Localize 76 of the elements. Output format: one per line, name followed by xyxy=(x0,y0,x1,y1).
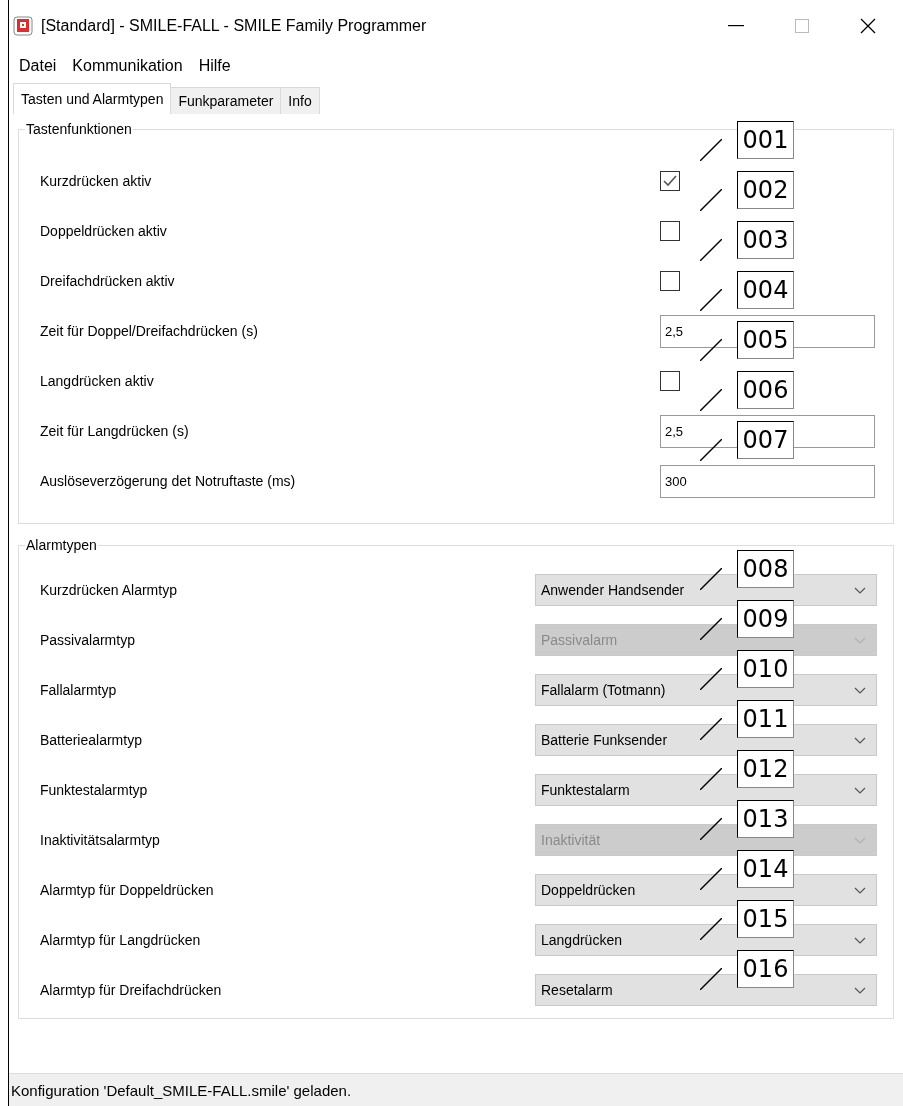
chevron-down-icon xyxy=(854,686,866,694)
group-title: Tastenfunktionen xyxy=(25,121,133,137)
close-icon xyxy=(860,18,876,34)
field-label: Funktestalarmtyp xyxy=(40,781,149,798)
callout-label: 008 xyxy=(737,550,794,588)
field-label: Dreifachdrücken aktiv xyxy=(40,272,176,289)
checkbox[interactable] xyxy=(660,171,680,191)
field-label: Kurzdrücken aktiv xyxy=(40,172,153,189)
callout-label: 005 xyxy=(737,321,794,359)
field-label: Auslöseverzögerung det Notruftaste (ms) xyxy=(40,472,297,489)
leader-line xyxy=(700,339,722,361)
field-label: Zeit für Langdrücken (s) xyxy=(40,422,190,439)
callout-label: 014 xyxy=(737,850,794,888)
callout-label: 011 xyxy=(737,700,794,738)
field-label: Fallalarmtyp xyxy=(40,681,118,698)
callout-label: 003 xyxy=(737,221,794,259)
field-label: Alarmtyp für Dreifachdrücken xyxy=(40,981,223,998)
leader-line xyxy=(700,668,722,690)
app-logo-icon xyxy=(13,16,33,36)
leader-line xyxy=(700,389,722,411)
tab[interactable]: Tasten und Alarmtypen xyxy=(13,83,172,114)
leader-line xyxy=(700,239,722,261)
field-label: Batteriealarmtyp xyxy=(40,731,143,748)
leader-line xyxy=(700,139,722,161)
field-label: Doppeldrücken aktiv xyxy=(40,222,168,239)
field-label: Langdrücken aktiv xyxy=(40,372,155,389)
field-label: Inaktivitätsalarmtyp xyxy=(40,831,161,848)
chevron-down-icon xyxy=(854,636,866,644)
callout-label: 002 xyxy=(737,171,794,209)
window-title: [Standard] - SMILE-FALL - SMILE Family Programmer xyxy=(41,17,428,35)
leader-line xyxy=(700,718,722,740)
leader-line xyxy=(700,818,722,840)
menu-item[interactable]: Kommunikation xyxy=(64,57,191,75)
field-label: Alarmtyp für Langdrücken xyxy=(40,931,202,948)
callout-label: 001 xyxy=(737,121,794,159)
status-text: Konfiguration 'Default_SMILE-FALL.smile' geladen. xyxy=(10,1081,352,1099)
checkbox[interactable] xyxy=(660,221,680,241)
callout-label: 007 xyxy=(737,421,794,459)
input-field[interactable]: 300 xyxy=(660,464,875,498)
callout-label: 009 xyxy=(737,600,794,638)
callout-label: 012 xyxy=(737,750,794,788)
leader-line xyxy=(700,439,722,461)
minimize-icon xyxy=(728,25,744,27)
chevron-down-icon xyxy=(854,586,866,594)
chevron-down-icon xyxy=(854,886,866,894)
leader-line xyxy=(700,968,722,990)
chevron-down-icon xyxy=(854,736,866,744)
callout-label: 013 xyxy=(737,800,794,838)
checkbox[interactable] xyxy=(660,371,680,391)
chevron-down-icon xyxy=(854,936,866,944)
tab[interactable]: Funkparameter xyxy=(170,87,282,114)
leader-line xyxy=(700,289,722,311)
callout-label: 006 xyxy=(737,371,794,409)
callout-label: 015 xyxy=(737,900,794,938)
menu-item[interactable]: Datei xyxy=(11,57,65,75)
leader-line xyxy=(700,618,722,640)
chevron-down-icon xyxy=(854,986,866,994)
callout-label: 010 xyxy=(737,650,794,688)
leader-line xyxy=(700,918,722,940)
field-label: Zeit für Doppel/Dreifachdrücken (s) xyxy=(40,322,259,339)
chevron-down-icon xyxy=(854,786,866,794)
leader-line xyxy=(700,189,722,211)
field-label: Alarmtyp für Doppeldrücken xyxy=(40,881,215,898)
callout-label: 016 xyxy=(737,950,794,988)
menu-item[interactable]: Hilfe xyxy=(190,57,239,75)
field-label: Passivalarmtyp xyxy=(40,631,136,648)
leader-line xyxy=(700,868,722,890)
field-label: Kurzdrücken Alarmtyp xyxy=(40,581,178,598)
chevron-down-icon xyxy=(854,836,866,844)
maximize-icon xyxy=(795,19,809,33)
leader-line xyxy=(700,768,722,790)
callout-label: 004 xyxy=(737,271,794,309)
leader-line xyxy=(700,568,722,590)
group-title: Alarmtypen xyxy=(25,537,98,553)
checkbox[interactable] xyxy=(660,271,680,291)
tab[interactable]: Info xyxy=(280,87,320,114)
